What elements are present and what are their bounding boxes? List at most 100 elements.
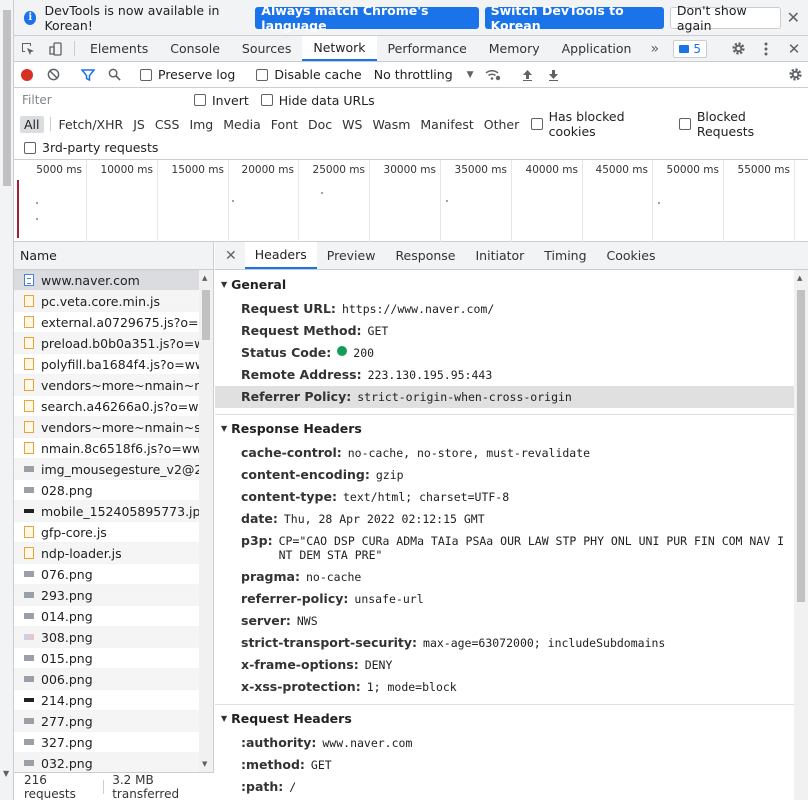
tab-sources[interactable]: Sources [231,36,302,61]
checkbox-box[interactable] [140,68,152,81]
scroll-up-arrow-icon[interactable]: ▲ [202,274,207,282]
issues-badge[interactable]: 5 [673,39,707,58]
name-column-header[interactable]: Name [14,242,213,270]
checkbox-box[interactable] [679,118,691,130]
match-language-button[interactable]: Always match Chrome's language [255,3,479,33]
tab-headers[interactable]: Headers [244,242,317,269]
close-devtools-icon[interactable]: ✕ [780,40,808,58]
network-conditions-icon[interactable] [480,62,506,88]
third-party-checkbox[interactable]: 3rd-party requests [24,140,158,155]
request-row[interactable]: polyfill.ba1684f4.js?o=www [14,354,200,375]
blocked-requests-checkbox[interactable]: Blocked Requests [679,109,800,139]
close-detail-icon[interactable]: ✕ [215,242,245,269]
request-row[interactable]: pc.veta.core.min.js [14,291,200,312]
type-ws[interactable]: WS [338,116,366,133]
type-doc[interactable]: Doc [304,116,336,133]
tab-initiator[interactable]: Initiator [465,242,534,269]
request-row[interactable]: ndp-loader.js [14,543,200,564]
tab-console[interactable]: Console [159,36,231,61]
checkbox-box[interactable] [260,94,273,106]
request-row[interactable]: 277.png [14,711,200,732]
tab-elements[interactable]: Elements [79,36,159,61]
request-row[interactable]: 015.png [14,648,200,669]
checkbox-box[interactable] [194,94,206,106]
record-icon[interactable] [14,62,40,88]
scroll-up-arrow-icon[interactable]: ▲ [797,274,802,282]
request-row[interactable]: 014.png [14,606,200,627]
type-js[interactable]: JS [129,116,149,133]
gear-icon[interactable] [724,41,752,56]
detail-scroll-thumb[interactable] [797,290,805,602]
request-row[interactable]: external.a0729675.js?o=www [14,312,200,333]
import-har-icon[interactable] [515,62,541,88]
type-all[interactable]: All [20,115,44,133]
response-headers-section-toggle[interactable]: ▼ Response Headers [215,414,794,442]
type-media[interactable]: Media [219,116,265,133]
type-font[interactable]: Font [267,116,302,133]
general-section-toggle[interactable]: ▼ General [215,270,794,298]
request-row[interactable]: 308.png [14,627,200,648]
scroll-down-arrow-icon[interactable]: ▼ [202,760,207,768]
clear-icon[interactable] [40,62,66,88]
request-row[interactable]: 028.png [14,480,200,501]
request-list-scrollbar[interactable]: ▲ ▼ [199,270,213,772]
switch-language-button[interactable]: Switch DevTools to Korean [484,3,664,33]
detail-scrollbar[interactable]: ▲ [794,270,808,800]
preserve-log-checkbox[interactable]: Preserve log [140,67,235,82]
network-settings-gear-icon[interactable] [782,62,808,88]
request-row[interactable]: 006.png [14,669,200,690]
request-row[interactable]: preload.b0b0a351.js?o=www [14,333,200,354]
filter-input[interactable]: Filter [20,91,184,109]
request-row[interactable]: vendors~more~nmain~notic [14,375,200,396]
filter-icon[interactable] [75,62,101,88]
type-other[interactable]: Other [480,116,524,133]
more-tabs-icon[interactable]: » [642,36,667,61]
request-headers-section-toggle[interactable]: ▼ Request Headers [215,704,794,732]
request-row[interactable]: 076.png [14,564,200,585]
type-manifest[interactable]: Manifest [416,116,477,133]
tab-cookies[interactable]: Cookies [597,242,666,269]
request-row[interactable]: nmain.8c6518f6.js?o=www [14,438,200,459]
close-icon[interactable]: ✕ [787,8,800,27]
checkbox-box[interactable] [24,141,36,154]
type-img[interactable]: Img [185,116,217,133]
type-fetch-xhr[interactable]: Fetch/XHR [54,116,127,133]
request-row[interactable]: 293.png [14,585,200,606]
request-row[interactable]: search.a46266a0.js?o=www [14,396,200,417]
tab-memory[interactable]: Memory [478,36,551,61]
inspect-element-icon[interactable] [14,36,42,61]
page-scrollbar[interactable]: ▼ [0,0,14,800]
request-list-scroll-thumb[interactable] [202,290,210,340]
hide-data-urls-checkbox[interactable]: Hide data URLs [260,93,375,108]
request-row[interactable]: mobile_152405895773.jpg [14,501,200,522]
dont-show-again-button[interactable]: Don't show again [669,3,781,33]
request-row[interactable]: 327.png [14,732,200,753]
scroll-down-arrow-icon[interactable]: ▼ [3,769,9,778]
export-har-icon[interactable] [541,62,567,88]
page-scroll-thumb[interactable] [3,10,11,186]
checkbox-box[interactable] [531,118,543,130]
type-css[interactable]: CSS [151,116,184,133]
checkbox-box[interactable] [256,68,269,81]
tab-response[interactable]: Response [385,242,465,269]
tab-application[interactable]: Application [551,36,643,61]
request-row[interactable]: img_mousegesture_v2@2x.pr [14,459,200,480]
tab-timing[interactable]: Timing [534,242,596,269]
tab-preview[interactable]: Preview [317,242,386,269]
throttling-select[interactable]: No throttling ▼ [374,67,474,82]
disable-cache-checkbox[interactable]: Disable cache [256,67,362,82]
request-row[interactable]: gfp-core.js [14,522,200,543]
request-row[interactable]: 032.png [14,753,200,772]
device-toolbar-icon[interactable] [42,36,70,61]
request-row[interactable]: www.naver.com [14,270,200,291]
network-overview-timeline[interactable]: 5000 ms 10000 ms 15000 ms 20000 ms 25000 ms 3… [14,160,808,242]
kebab-menu-icon[interactable] [752,42,780,56]
request-row[interactable]: vendors~more~nmain~sideb [14,417,200,438]
type-wasm[interactable]: Wasm [368,116,414,133]
tab-network[interactable]: Network [302,36,377,61]
invert-checkbox[interactable]: Invert [194,93,249,108]
request-row[interactable]: 214.png [14,690,200,711]
blocked-cookies-checkbox[interactable]: Has blocked cookies [531,109,667,139]
tab-performance[interactable]: Performance [377,36,478,61]
search-icon[interactable] [101,62,127,88]
